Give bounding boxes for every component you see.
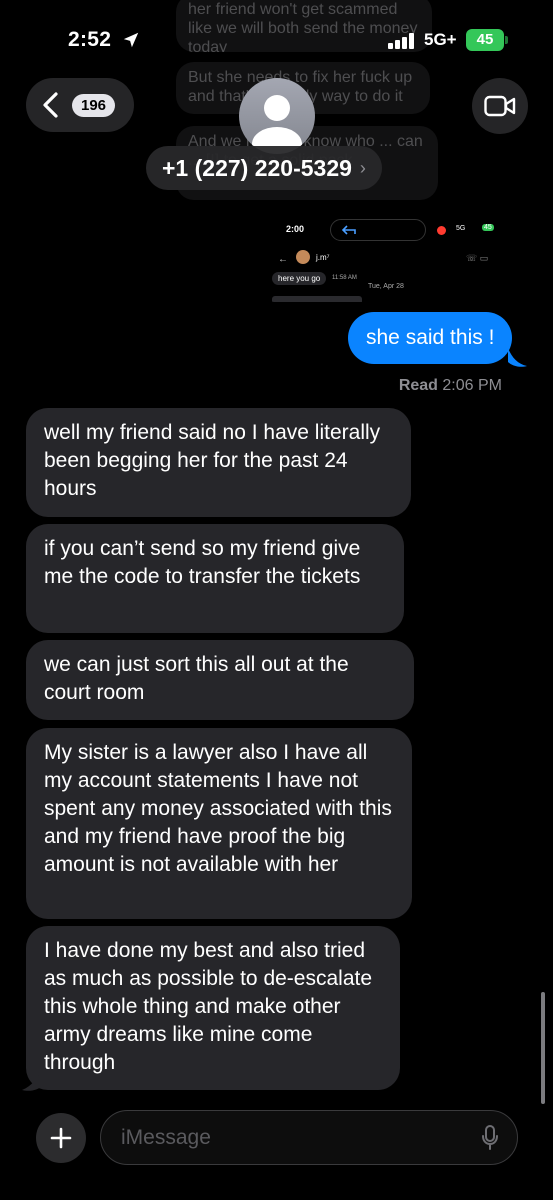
person-silhouette-icon bbox=[252, 95, 302, 154]
status-time: 2:52 bbox=[68, 28, 112, 51]
network-type: 5G+ bbox=[424, 30, 457, 49]
battery-level: 45 bbox=[476, 31, 494, 48]
attachment-contact-name: j.m⁷ bbox=[316, 253, 330, 262]
attachment-dynamic-island bbox=[330, 219, 426, 241]
add-attachment-button[interactable] bbox=[36, 1113, 86, 1163]
cellular-signal-icon bbox=[388, 33, 414, 49]
read-time: 2:06 PM bbox=[442, 377, 502, 394]
battery-tip bbox=[505, 36, 508, 44]
scrollbar[interactable] bbox=[541, 992, 545, 1104]
battery-icon: 45 bbox=[466, 29, 504, 51]
attachment-time: 2:00 bbox=[286, 224, 305, 234]
screenshot-attachment[interactable]: 2:00 5G 45 ← j.m⁷ ☏ ▭ here you go 11:58 … bbox=[270, 212, 526, 302]
contact-name: +1 (227) 220-5329 bbox=[162, 154, 352, 181]
received-bubble-tail bbox=[22, 1068, 42, 1091]
received-message-bubble[interactable]: well my friend said no I have literally … bbox=[26, 408, 411, 517]
input-placeholder: iMessage bbox=[121, 1125, 211, 1149]
chevron-left-icon bbox=[43, 92, 58, 118]
received-message-bubble[interactable]: we can just sort this all out at the cou… bbox=[26, 640, 414, 720]
imessage-input[interactable]: iMessage bbox=[100, 1110, 518, 1165]
attachment-network: 5G bbox=[456, 225, 466, 232]
read-receipt: Read 2:06 PM bbox=[399, 377, 502, 395]
received-message-bubble[interactable]: I have done my best and also tried as mu… bbox=[26, 926, 400, 1090]
attachment-back-arrow-icon: ← bbox=[278, 254, 288, 265]
recording-dot-icon bbox=[437, 226, 446, 235]
received-message-bubble[interactable]: if you can’t send so my friend give me t… bbox=[26, 524, 404, 633]
received-message-bubble[interactable]: My sister is a lawyer also I have all my… bbox=[26, 728, 412, 919]
unread-count-badge: 196 bbox=[72, 93, 116, 117]
sent-message-bubble[interactable]: she said this ! bbox=[348, 312, 513, 364]
read-label: Read bbox=[398, 377, 438, 394]
attachment-bottom-bubble bbox=[272, 296, 362, 302]
attachment-call-icons: ☏ ▭ bbox=[466, 253, 489, 263]
attachment-message: here you go bbox=[272, 272, 327, 285]
chevron-right-icon: › bbox=[359, 157, 366, 178]
contact-name-button[interactable]: +1 (227) 220-5329 › bbox=[146, 146, 382, 190]
attachment-date: Tue, Apr 28 bbox=[368, 283, 404, 290]
plus-icon bbox=[50, 1127, 72, 1149]
reply-arrow-icon bbox=[341, 225, 356, 235]
attachment-timestamp: 11:58 AM bbox=[332, 275, 357, 281]
attachment-battery: 45 bbox=[482, 224, 494, 231]
attachment-avatar bbox=[296, 250, 310, 264]
back-button[interactable]: 196 bbox=[26, 78, 134, 132]
location-arrow-icon bbox=[123, 32, 139, 48]
microphone-icon[interactable] bbox=[481, 1125, 499, 1151]
video-camera-icon bbox=[484, 95, 516, 117]
sent-bubble-tail bbox=[508, 348, 527, 367]
facetime-video-button[interactable] bbox=[472, 78, 528, 134]
contact-avatar[interactable] bbox=[239, 78, 315, 154]
